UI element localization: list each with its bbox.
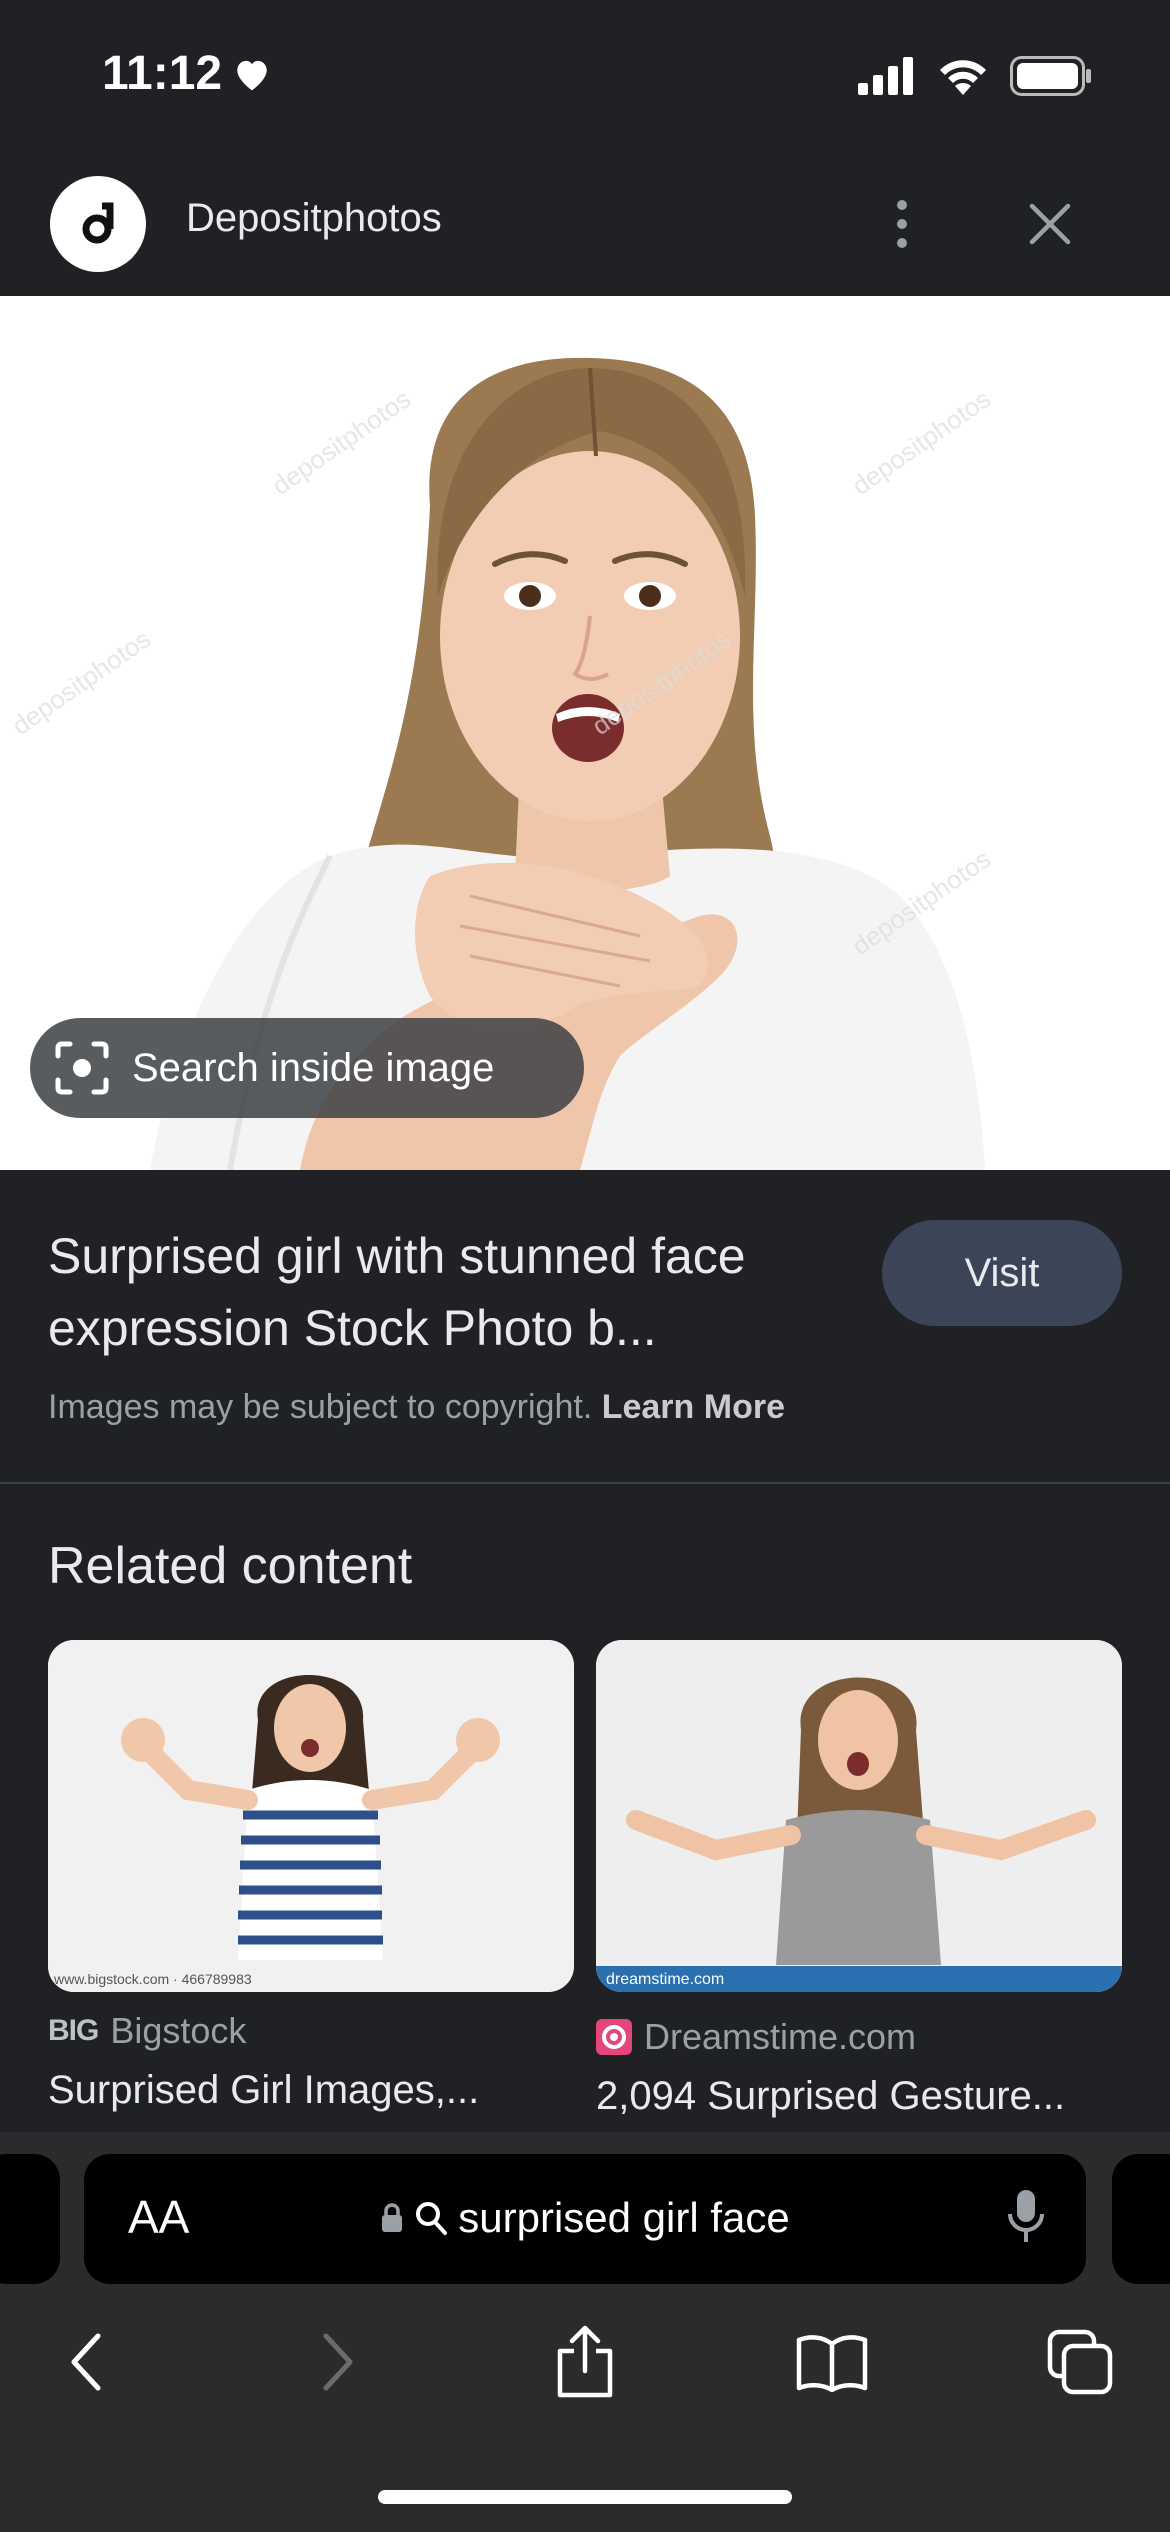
- chevron-right-icon: [323, 2333, 353, 2391]
- dreamstime-image-credit: dreamstime.com: [606, 1971, 724, 1988]
- related-card-bigstock[interactable]: www.bigstock.com · 466789983: [48, 1640, 574, 1992]
- result-title[interactable]: Surprised girl with stunned face express…: [48, 1220, 868, 1364]
- previous-tab-preview[interactable]: [0, 2154, 60, 2284]
- chevron-left-icon: [71, 2333, 101, 2391]
- main-result-image[interactable]: depositphotos depositphotos depositphoto…: [0, 296, 1170, 1170]
- share-button[interactable]: [545, 2322, 625, 2402]
- address-center: surprised girl face: [84, 2194, 1086, 2242]
- learn-more-link[interactable]: Learn More: [602, 1388, 785, 1426]
- search-icon: [416, 2202, 448, 2235]
- depositphotos-logo-icon: [82, 202, 114, 244]
- share-icon: [557, 2325, 613, 2398]
- browser-toolbar: AA surprised girl face: [0, 2132, 1170, 2532]
- more-options-button[interactable]: [880, 184, 924, 264]
- close-icon: [1029, 203, 1071, 245]
- search-inside-label: Search inside image: [132, 1045, 495, 1090]
- tabs-icon: [1047, 2329, 1113, 2395]
- cellular-signal-icon: [858, 57, 913, 95]
- address-text: surprised girl face: [458, 2194, 790, 2241]
- card-caption-bigstock[interactable]: Surprised Girl Images,...: [48, 2068, 574, 2113]
- card-source-bigstock: BIG Bigstock: [48, 2010, 246, 2052]
- card-source-label: Bigstock: [110, 2010, 247, 2051]
- home-indicator[interactable]: [378, 2490, 792, 2504]
- result-header: Depositphotos: [0, 150, 1170, 296]
- bigstock-logo-icon: BIG: [48, 2014, 99, 2047]
- book-icon: [796, 2335, 868, 2392]
- lock-icon: [382, 2203, 403, 2232]
- visit-button[interactable]: Visit: [882, 1220, 1122, 1326]
- status-bar: 11:12: [0, 0, 1170, 150]
- heart-icon: [237, 60, 267, 90]
- bigstock-image-credit: www.bigstock.com · 466789983: [53, 1971, 252, 1987]
- card-source-label: Dreamstime.com: [644, 2016, 917, 2057]
- card-source-dreamstime: Dreamstime.com: [596, 2016, 916, 2058]
- dreamstime-logo-icon: [596, 2019, 632, 2055]
- forward-button[interactable]: [298, 2322, 378, 2402]
- related-image-bigstock: www.bigstock.com · 466789983: [48, 1640, 574, 1992]
- microphone-button[interactable]: [1006, 2188, 1046, 2251]
- next-tab-preview[interactable]: [1112, 2154, 1170, 2284]
- back-button[interactable]: [46, 2322, 126, 2402]
- related-content-title: Related content: [48, 1537, 413, 1595]
- divider: [0, 1482, 1170, 1484]
- navigation-row: [0, 2312, 1170, 2412]
- wifi-icon: [940, 60, 986, 95]
- search-inside-image-button[interactable]: Search inside image: [30, 1018, 584, 1118]
- copyright-notice: Images may be subject to copyright. Lear…: [48, 1388, 785, 1427]
- site-logo: [50, 176, 146, 272]
- site-name[interactable]: Depositphotos: [186, 196, 442, 241]
- card-caption-dreamstime[interactable]: 2,094 Surprised Gesture...: [596, 2074, 1122, 2119]
- result-info: Surprised girl with stunned face express…: [0, 1170, 1170, 1484]
- copyright-text: Images may be subject to copyright.: [48, 1388, 593, 1426]
- tabs-button[interactable]: [1040, 2322, 1120, 2402]
- related-card-dreamstime[interactable]: dreamstime.com: [596, 1640, 1122, 1992]
- lens-icon: [55, 1041, 109, 1095]
- status-time: 11:12: [102, 47, 223, 100]
- more-vert-icon: [897, 200, 907, 248]
- close-button[interactable]: [1010, 184, 1090, 264]
- bookmarks-button[interactable]: [792, 2322, 872, 2402]
- status-icons: [858, 56, 1092, 96]
- related-image-dreamstime: dreamstime.com: [596, 1640, 1122, 1992]
- status-time-group: 11:12: [102, 46, 272, 101]
- battery-icon: [1010, 56, 1091, 96]
- address-bar[interactable]: AA surprised girl face: [84, 2154, 1086, 2284]
- microphone-icon: [1008, 2190, 1044, 2242]
